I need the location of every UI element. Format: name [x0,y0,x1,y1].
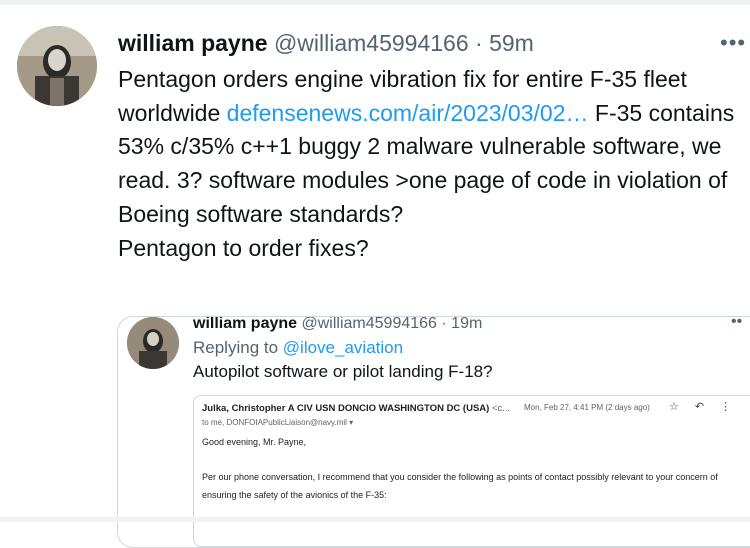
quoted-author-handle: @william45994166 [301,316,437,332]
reply-icon: ↶ [694,401,705,413]
email-body: Per our phone conversation, I recommend … [202,472,718,500]
quoted-tweet-header: william payne @william45994166 · 19m [193,316,483,334]
quoted-more-horizontal-icon[interactable]: •• [731,317,742,331]
more-horizontal-icon[interactable]: ••• [720,30,746,56]
replying-prefix: Replying to [193,338,283,357]
email-sender-name: Julka, Christopher A CIV USN DONCIO WASH… [202,403,490,414]
quoted-avatar-image [127,317,179,369]
quoted-separator-dot: · [441,316,447,332]
avatar-image [17,26,97,106]
email-screenshot: Julka, Christopher A CIV USN DONCIO WASH… [193,395,750,547]
tweet-header: william payne @william45994166 · 59m [118,28,534,58]
author-name[interactable]: william payne [118,30,268,56]
author-handle[interactable]: @william45994166 [274,30,469,56]
replying-to: Replying to @ilove_aviation [193,338,403,358]
top-divider [0,0,750,5]
quoted-author-name: william payne [193,316,298,332]
replying-mention[interactable]: @ilove_aviation [283,338,403,357]
email-sender: Julka, Christopher A CIV USN DONCIO WASH… [202,403,510,414]
email-recipients: to me, DONFOIAPublicLiaison@navy.mil ▾ [202,418,354,427]
email-actions: ☆ ↶ ⋮ [669,400,747,413]
quoted-tweet-time: 19m [451,316,483,332]
article-link[interactable]: defensenews.com/air/2023/03/02… [227,100,589,126]
star-icon: ☆ [669,401,679,413]
email-date: Mon, Feb 27, 4:41 PM (2 days ago) [524,403,650,412]
avatar[interactable] [17,26,97,106]
email-sender-address: <c... [491,403,511,414]
bottom-divider [0,517,750,522]
tweet-text: Pentagon orders engine vibration fix for… [118,63,750,265]
quoted-avatar [127,317,179,369]
quoted-tweet-card[interactable]: william payne @william45994166 · 19m •• … [117,316,750,548]
quoted-tweet-text: Autopilot software or pilot landing F-18… [193,362,493,381]
email-greeting: Good evening, Mr. Payne, [202,437,307,447]
separator-dot: · [475,30,483,56]
more-vertical-icon: ⋮ [720,401,732,413]
tweet-time[interactable]: 59m [489,30,534,56]
